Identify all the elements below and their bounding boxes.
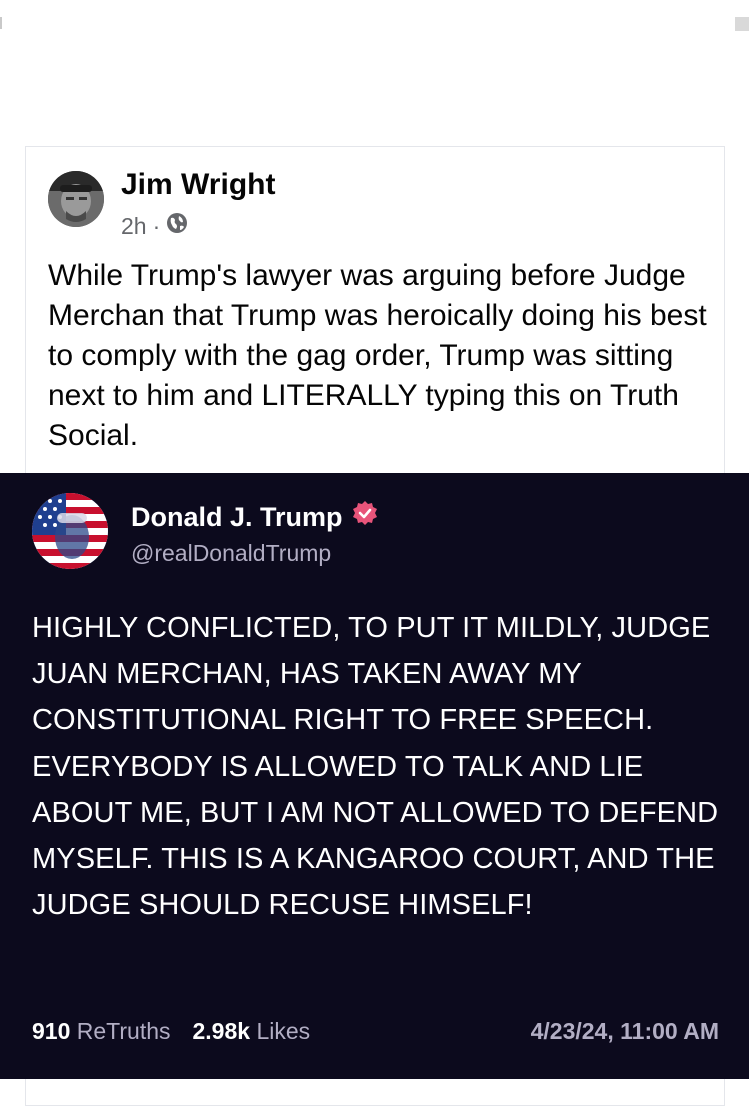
likes-label: Likes bbox=[256, 1018, 311, 1044]
truth-author-name: Donald J. Trump bbox=[131, 502, 343, 532]
truth-date[interactable]: 4/23/24, 11:00 AM bbox=[531, 1018, 719, 1045]
edge-mark bbox=[0, 17, 2, 29]
globe-icon[interactable] bbox=[166, 212, 188, 240]
edge-mark bbox=[735, 17, 749, 31]
truth-avatar[interactable] bbox=[32, 493, 108, 569]
author-name[interactable]: Jim Wright bbox=[121, 168, 275, 202]
retruths-label: ReTruths bbox=[76, 1018, 171, 1044]
post-meta: 2h · bbox=[121, 212, 188, 240]
author-avatar[interactable] bbox=[48, 171, 104, 227]
truth-social-post: Donald J. Trump @realDonaldTrump HIGHLY … bbox=[0, 473, 749, 1079]
retruths-stat[interactable]: 910 ReTruths bbox=[32, 1018, 171, 1045]
truth-footer: 910 ReTruths 2.98k Likes 4/23/24, 11:00 … bbox=[32, 1018, 719, 1045]
meta-separator: · bbox=[152, 212, 161, 239]
likes-count: 2.98k bbox=[192, 1018, 251, 1044]
retruths-count: 910 bbox=[32, 1018, 71, 1044]
truth-author[interactable]: Donald J. Trump bbox=[131, 500, 379, 535]
truth-text: HIGHLY CONFLICTED, TO PUT IT MILDLY, JUD… bbox=[32, 612, 719, 922]
truth-handle[interactable]: @realDonaldTrump bbox=[131, 540, 331, 567]
likes-stat[interactable]: 2.98k Likes bbox=[193, 1018, 311, 1045]
post-text: While Trump's lawyer was arguing before … bbox=[48, 259, 707, 452]
verified-badge-icon bbox=[351, 500, 379, 535]
post-time[interactable]: 2h bbox=[121, 213, 147, 240]
